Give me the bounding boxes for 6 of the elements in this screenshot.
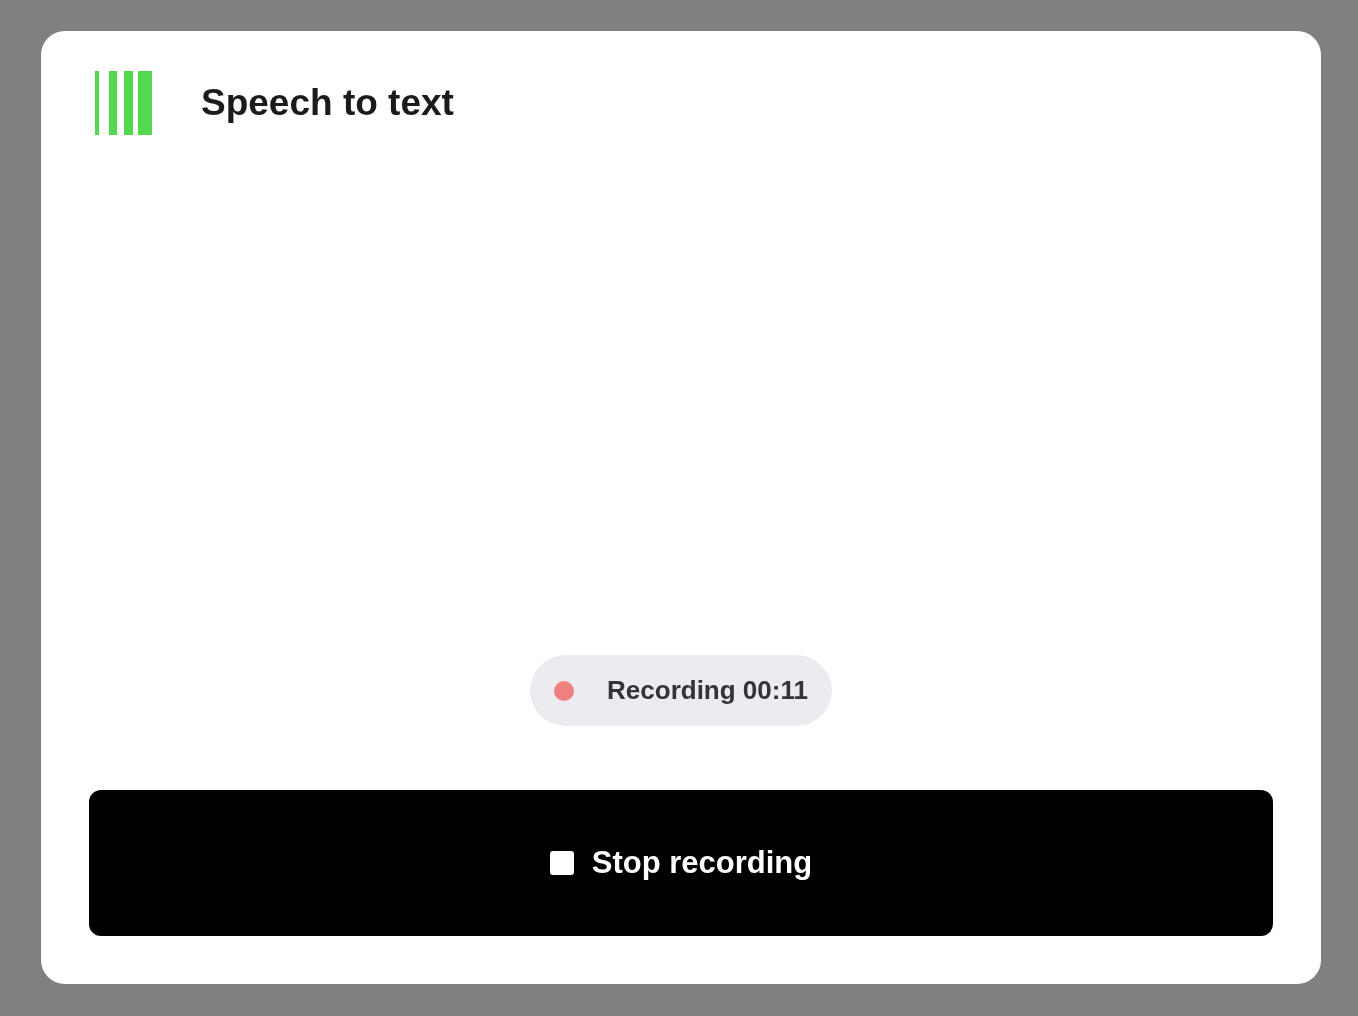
stop-recording-button[interactable]: Stop recording (89, 790, 1273, 936)
recording-dot-icon (554, 680, 575, 701)
dialog-title: Speech to text (201, 82, 454, 124)
stop-icon (549, 851, 574, 875)
bars-logo-icon (95, 71, 152, 135)
recording-timer: Recording 00:11 (607, 675, 808, 706)
